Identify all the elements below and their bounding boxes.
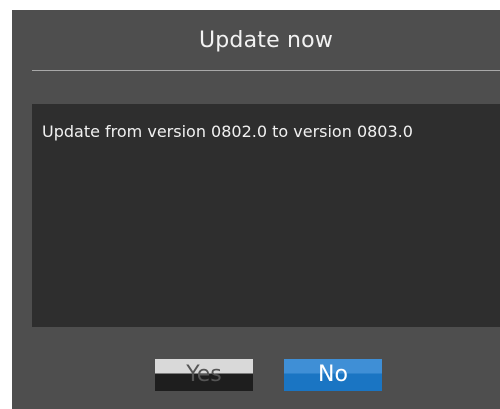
title-divider xyxy=(32,70,500,71)
update-dialog: Update now Update from version 0802.0 to… xyxy=(12,10,500,409)
message-panel: Update from version 0802.0 to version 08… xyxy=(32,104,500,327)
yes-button[interactable]: Yes xyxy=(155,359,253,391)
dialog-title: Update now xyxy=(198,28,334,53)
update-message: Update from version 0802.0 to version 08… xyxy=(42,122,413,141)
no-button[interactable]: No xyxy=(284,359,382,391)
